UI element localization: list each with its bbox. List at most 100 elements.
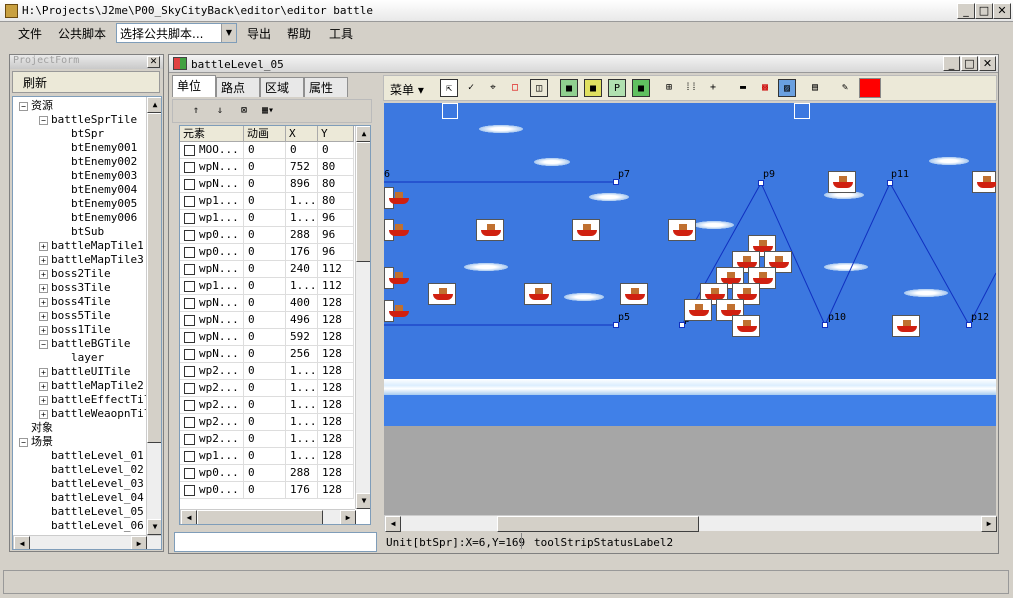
common-script-select[interactable]: 选择公共脚本... ▼ [116, 23, 237, 43]
grid-cell[interactable]: 128 [318, 431, 354, 448]
grid-cell[interactable]: 0 [244, 159, 286, 176]
tree-item[interactable]: + battleEffectTil [39, 393, 150, 407]
grid-cell[interactable]: 96 [318, 244, 354, 261]
grid-cell[interactable]: 400 [286, 295, 318, 312]
tree-expander-icon[interactable]: + [39, 283, 48, 293]
grid-cell[interactable]: 0 [244, 329, 286, 346]
enemy-sprite[interactable] [668, 219, 696, 241]
tree-item[interactable]: battleLevel_04 [39, 491, 144, 505]
grid-cell[interactable]: 1... [286, 431, 318, 448]
column-header-x[interactable]: X [286, 126, 318, 142]
grid-cell[interactable]: 128 [318, 482, 354, 499]
grid-cell[interactable]: wpN... [180, 295, 244, 312]
tree-expander-icon[interactable]: − [19, 437, 28, 447]
yellow-tool-icon[interactable]: ■ [584, 79, 602, 97]
grid-cell[interactable]: 1... [286, 380, 318, 397]
grid-cell[interactable]: 128 [318, 363, 354, 380]
grid-cell[interactable]: 0 [286, 142, 318, 159]
scroll-right-icon[interactable]: ▶ [340, 510, 356, 524]
tree-item[interactable]: battleLevel_06 [39, 519, 144, 533]
enemy-sprite[interactable] [428, 283, 456, 305]
tree-expander-icon[interactable]: + [39, 255, 48, 265]
grid-cell[interactable]: MOO... [180, 142, 244, 159]
grid-cell[interactable]: 176 [286, 482, 318, 499]
column-header-animation[interactable]: 动画 [244, 126, 286, 142]
column-header-y[interactable]: Y [318, 126, 354, 142]
enemy-sprite[interactable] [384, 219, 409, 241]
row-checkbox[interactable] [184, 178, 195, 190]
grid-cell[interactable]: 176 [286, 244, 318, 261]
chevron-down-icon[interactable]: ▼ [221, 24, 236, 42]
row-checkbox[interactable] [184, 348, 195, 360]
tree-expander-icon[interactable]: − [39, 115, 48, 125]
row-checkbox[interactable] [184, 416, 195, 428]
canvas-horizontal-scrollbar[interactable]: ◀ ▶ [384, 515, 997, 532]
tree-item[interactable]: + boss5Tile [39, 309, 111, 323]
close-icon[interactable]: ✕ [147, 56, 160, 68]
menu-file[interactable]: 文件 [18, 25, 42, 42]
grid-cell[interactable]: 128 [318, 465, 354, 482]
grid-cell[interactable]: 1... [286, 278, 318, 295]
row-checkbox[interactable] [184, 229, 195, 241]
tree-item[interactable]: btEnemy003 [59, 169, 137, 183]
grid-hscroll-thumb[interactable] [197, 510, 323, 524]
row-checkbox[interactable] [184, 365, 195, 377]
palette-icon[interactable]: ▩ [756, 79, 774, 97]
grid-cell[interactable]: 0 [244, 261, 286, 278]
level-minimize-button[interactable]: _ [943, 56, 960, 71]
grid-cell[interactable]: 0 [244, 312, 286, 329]
grid-cell[interactable]: wp2... [180, 397, 244, 414]
scroll-right-icon[interactable]: ▶ [981, 516, 997, 532]
column-header-element[interactable]: 元素 [180, 126, 244, 142]
row-checkbox[interactable] [184, 195, 195, 207]
tree-item[interactable]: battleLevel_05 [39, 505, 144, 519]
grid-scroll-thumb[interactable] [356, 142, 370, 262]
grid-cell[interactable]: 288 [286, 465, 318, 482]
tree-item[interactable]: btEnemy005 [59, 197, 137, 211]
tree-item[interactable]: − 资源 [19, 99, 53, 113]
grid-cell[interactable]: wp1... [180, 448, 244, 465]
tree-item[interactable]: + battleUITile [39, 365, 130, 379]
row-checkbox[interactable] [184, 467, 195, 479]
grid-cell[interactable]: 0 [318, 142, 354, 159]
tree-expander-icon[interactable]: + [39, 241, 48, 251]
image-icon[interactable]: ▨ [778, 79, 796, 97]
grid-cell[interactable]: 0 [244, 448, 286, 465]
grid-cell[interactable]: 752 [286, 159, 318, 176]
enemy-sprite[interactable] [384, 300, 409, 322]
scroll-right-icon[interactable]: ▶ [131, 536, 147, 549]
grid-cell[interactable]: 0 [244, 193, 286, 210]
move-down-icon[interactable]: ⇓ [211, 102, 229, 120]
tree-item[interactable]: − 场景 [19, 435, 53, 449]
grid-horizontal-scrollbar[interactable]: ◀ ▶ [180, 509, 356, 524]
scroll-left-icon[interactable]: ◀ [14, 536, 30, 549]
row-checkbox[interactable] [184, 246, 195, 258]
grid-cell[interactable]: wpN... [180, 329, 244, 346]
check-icon[interactable]: ✓ [462, 79, 480, 97]
row-checkbox[interactable] [184, 331, 195, 343]
grid-cell[interactable]: 80 [318, 176, 354, 193]
select-tool-icon[interactable]: ⇱ [440, 79, 458, 97]
scroll-left-icon[interactable]: ◀ [385, 516, 401, 532]
grid-cell[interactable]: wp1... [180, 193, 244, 210]
tree-expander-icon[interactable]: − [39, 339, 48, 349]
minimize-button[interactable]: _ [957, 3, 975, 19]
enemy-sprite[interactable] [572, 219, 600, 241]
row-checkbox[interactable] [184, 263, 195, 275]
plus-icon[interactable]: + [704, 79, 722, 97]
grid-cell[interactable]: 0 [244, 380, 286, 397]
row-checkbox[interactable] [184, 484, 195, 496]
grid-filter-input[interactable] [174, 532, 377, 552]
tree-item[interactable]: + battleWeaopnTil [39, 407, 150, 421]
enemy-sprite[interactable] [892, 315, 920, 337]
grid-cell[interactable]: wp1... [180, 278, 244, 295]
enemy-sprite[interactable] [524, 283, 552, 305]
grid-cell[interactable]: 1... [286, 448, 318, 465]
grid-cell[interactable]: 1... [286, 414, 318, 431]
grid-cell[interactable]: 128 [318, 448, 354, 465]
grid-options-icon[interactable]: ▦▾ [257, 102, 279, 120]
grid-cell[interactable]: wp0... [180, 482, 244, 499]
scroll-up-icon[interactable]: ▲ [356, 126, 370, 142]
grid-cell[interactable]: 128 [318, 397, 354, 414]
grid-icon[interactable]: ⊞ [660, 79, 678, 97]
